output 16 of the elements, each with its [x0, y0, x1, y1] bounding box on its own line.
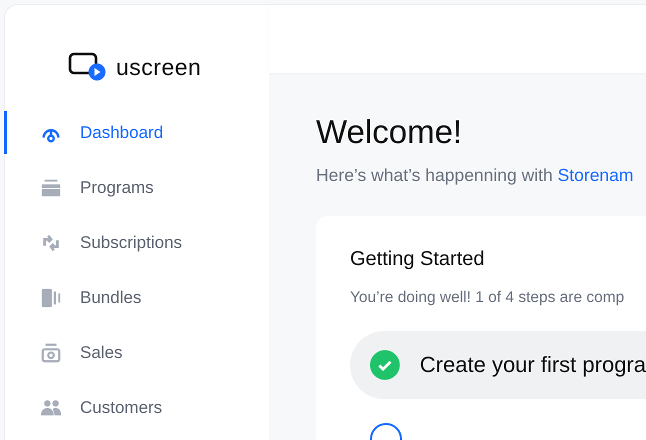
nav-item[interactable]: Sales [5, 325, 269, 380]
nav-item[interactable]: Subscriptions [5, 215, 269, 270]
nav-item[interactable]: Programs [5, 160, 269, 215]
card-title: Getting Started [350, 248, 486, 271]
page-title: Welcome! [316, 113, 464, 151]
nav-item[interactable]: Dashboard [5, 105, 269, 160]
subtitle: Here’s what’s happenning with Storenam [316, 165, 634, 186]
nav-item[interactable]: Customers [5, 380, 269, 435]
progress-text: You’re doing well! 1 of 4 steps are comp [350, 289, 626, 307]
bundle-icon [40, 286, 62, 308]
brand-name: uscreen [116, 54, 202, 80]
step-item[interactable]: Create your first progra [350, 331, 646, 399]
nav-item[interactable]: Bundles [5, 270, 269, 325]
cash-icon [40, 342, 62, 364]
store-link[interactable]: Storenam [558, 165, 634, 185]
logo-icon [68, 52, 108, 82]
